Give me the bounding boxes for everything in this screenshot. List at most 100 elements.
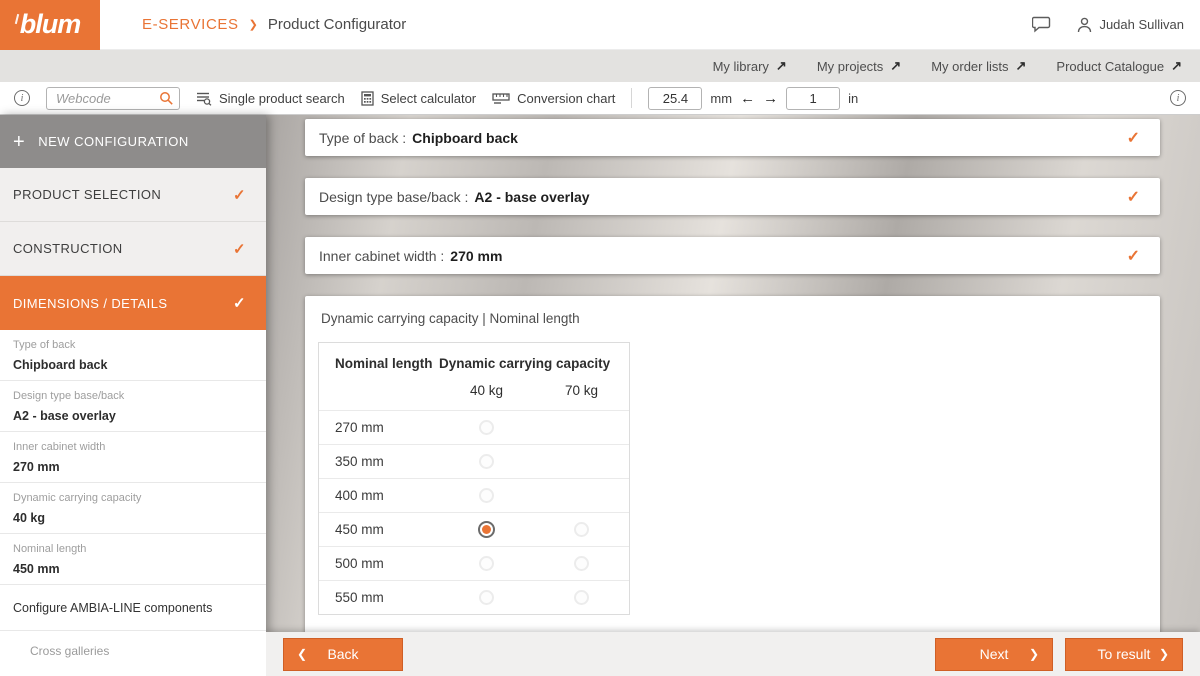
in-input[interactable] (786, 87, 840, 110)
arrow-right-icon[interactable]: → (763, 91, 778, 106)
link-my-projects-label: My projects (817, 59, 883, 74)
radio-450mm-40kg-selected[interactable] (478, 521, 495, 538)
capacity-table-subheader: 40 kg 70 kg (319, 373, 629, 410)
list-search-icon (196, 91, 212, 106)
radio-350mm-40kg[interactable] (479, 454, 494, 469)
capacity-card-title: Dynamic carrying capacity | Nominal leng… (318, 311, 1140, 326)
chat-icon[interactable] (1032, 16, 1051, 33)
radio-270mm-40kg[interactable] (479, 420, 494, 435)
chevron-right-icon: ❯ (249, 18, 258, 31)
link-my-library[interactable]: My library ↗ (713, 58, 787, 74)
single-product-search-button[interactable]: Single product search (196, 91, 345, 106)
card-label: Type of back : (319, 130, 406, 146)
conversion-chart-label: Conversion chart (517, 91, 615, 106)
next-button[interactable]: Next ❯ (935, 638, 1053, 671)
table-row-450mm: 450 mm (319, 512, 629, 546)
check-icon: ✓ (233, 294, 246, 312)
sidebar-step-product-selection[interactable]: PRODUCT SELECTION ✓ (0, 168, 266, 222)
external-link-icon: ↗ (890, 58, 901, 74)
info-icon-right[interactable]: i (1170, 90, 1186, 106)
in-unit-label: in (848, 91, 858, 106)
radio-550mm-40kg[interactable] (479, 590, 494, 605)
back-button[interactable]: ❮ Back (283, 638, 403, 671)
radio-500mm-70kg[interactable] (574, 556, 589, 571)
new-configuration-button[interactable]: + NEW CONFIGURATION (0, 115, 266, 168)
table-row-270mm: 270 mm (319, 410, 629, 444)
capacity-table-header: Nominal length Dynamic carrying capacity (319, 343, 629, 373)
user-icon (1077, 17, 1092, 33)
sidebar-step-construction[interactable]: CONSTRUCTION ✓ (0, 222, 266, 276)
sidebar-detail-inner-cabinet-width[interactable]: Inner cabinet width 270 mm (0, 432, 266, 483)
arrow-left-icon[interactable]: ← (740, 91, 755, 106)
new-configuration-label: NEW CONFIGURATION (38, 134, 189, 149)
step-label: CONSTRUCTION (13, 241, 123, 256)
table-row-350mm: 350 mm (319, 444, 629, 478)
detail-label: Type of back (13, 339, 250, 351)
sidebar-detail-nominal-length[interactable]: Nominal length 450 mm (0, 534, 266, 585)
select-calculator-button[interactable]: Select calculator (361, 91, 476, 106)
link-my-projects[interactable]: My projects ↗ (817, 58, 901, 74)
card-value: A2 - base overlay (474, 189, 589, 205)
check-icon: ✓ (1127, 128, 1140, 148)
toolbar-divider (631, 88, 632, 108)
mm-unit-label: mm (710, 91, 732, 106)
card-value: Chipboard back (412, 130, 518, 146)
radio-450mm-70kg[interactable] (574, 522, 589, 537)
info-icon[interactable]: i (14, 90, 30, 106)
footer-bar: ❮ Back Next ❯ To result ❯ (266, 632, 1200, 676)
external-link-icon: ↗ (1171, 58, 1182, 74)
mm-in-converter: mm ← → in (648, 87, 858, 110)
row-label: 350 mm (319, 454, 439, 469)
sidebar-detail-dynamic-carrying-capacity[interactable]: Dynamic carrying capacity 40 kg (0, 483, 266, 534)
cross-galleries-link[interactable]: Cross galleries (0, 631, 266, 670)
app-header: blum E-SERVICES ❯ Product Configurator J… (0, 0, 1200, 50)
capacity-selection-card: Dynamic carrying capacity | Nominal leng… (305, 296, 1160, 658)
link-my-order-lists[interactable]: My order lists ↗ (931, 58, 1026, 74)
row-label: 450 mm (319, 522, 439, 537)
sidebar: + NEW CONFIGURATION PRODUCT SELECTION ✓ … (0, 115, 266, 676)
sidebar-detail-type-of-back[interactable]: Type of back Chipboard back (0, 330, 266, 381)
detail-label: Inner cabinet width (13, 441, 250, 453)
select-calculator-label: Select calculator (381, 91, 476, 106)
to-result-button-label: To result (1098, 646, 1151, 662)
summary-card-inner-cabinet-width[interactable]: Inner cabinet width : 270 mm ✓ (305, 237, 1160, 274)
search-icon[interactable] (159, 91, 174, 106)
product-configurator-app: blum E-SERVICES ❯ Product Configurator J… (0, 0, 1200, 676)
detail-label: Dynamic carrying capacity (13, 492, 250, 504)
step-label: DIMENSIONS / DETAILS (13, 296, 167, 311)
radio-500mm-40kg[interactable] (479, 556, 494, 571)
chevron-left-icon: ❮ (297, 647, 307, 661)
quick-links-bar: My library ↗ My projects ↗ My order list… (0, 50, 1200, 82)
next-button-label: Next (980, 646, 1009, 662)
external-link-icon: ↗ (1016, 58, 1027, 74)
card-label: Inner cabinet width : (319, 248, 444, 264)
check-icon: ✓ (1127, 246, 1140, 266)
summary-card-type-of-back[interactable]: Type of back : Chipboard back ✓ (305, 119, 1160, 156)
table-row-400mm: 400 mm (319, 478, 629, 512)
breadcrumb-eservices[interactable]: E-SERVICES (142, 16, 239, 33)
check-icon: ✓ (233, 186, 246, 204)
radio-400mm-40kg[interactable] (479, 488, 494, 503)
header-right: Judah Sullivan (1032, 16, 1200, 33)
to-result-button[interactable]: To result ❯ (1065, 638, 1183, 671)
configure-ambia-line-link[interactable]: Configure AMBIA-LINE components (0, 585, 266, 631)
sidebar-step-dimensions-details[interactable]: DIMENSIONS / DETAILS ✓ (0, 276, 266, 330)
radio-550mm-70kg[interactable] (574, 590, 589, 605)
conversion-chart-button[interactable]: Conversion chart (492, 91, 615, 106)
summary-card-design-type[interactable]: Design type base/back : A2 - base overla… (305, 178, 1160, 215)
blum-logo[interactable]: blum (0, 0, 100, 50)
column-header-70kg: 70 kg (534, 383, 629, 398)
link-product-catalogue[interactable]: Product Catalogue ↗ (1056, 58, 1182, 74)
user-menu[interactable]: Judah Sullivan (1077, 17, 1184, 33)
detail-label: Nominal length (13, 543, 250, 555)
column-header-capacity: Dynamic carrying capacity (439, 356, 629, 371)
capacity-table: Nominal length Dynamic carrying capacity… (318, 342, 630, 615)
link-my-order-lists-label: My order lists (931, 59, 1008, 74)
mm-input[interactable] (648, 87, 702, 110)
calculator-icon (361, 91, 374, 106)
plus-icon: + (13, 132, 25, 152)
column-header-40kg: 40 kg (439, 383, 534, 398)
sidebar-detail-design-type[interactable]: Design type base/back A2 - base overlay (0, 381, 266, 432)
blum-logo-text: blum (20, 9, 81, 40)
row-label: 400 mm (319, 488, 439, 503)
